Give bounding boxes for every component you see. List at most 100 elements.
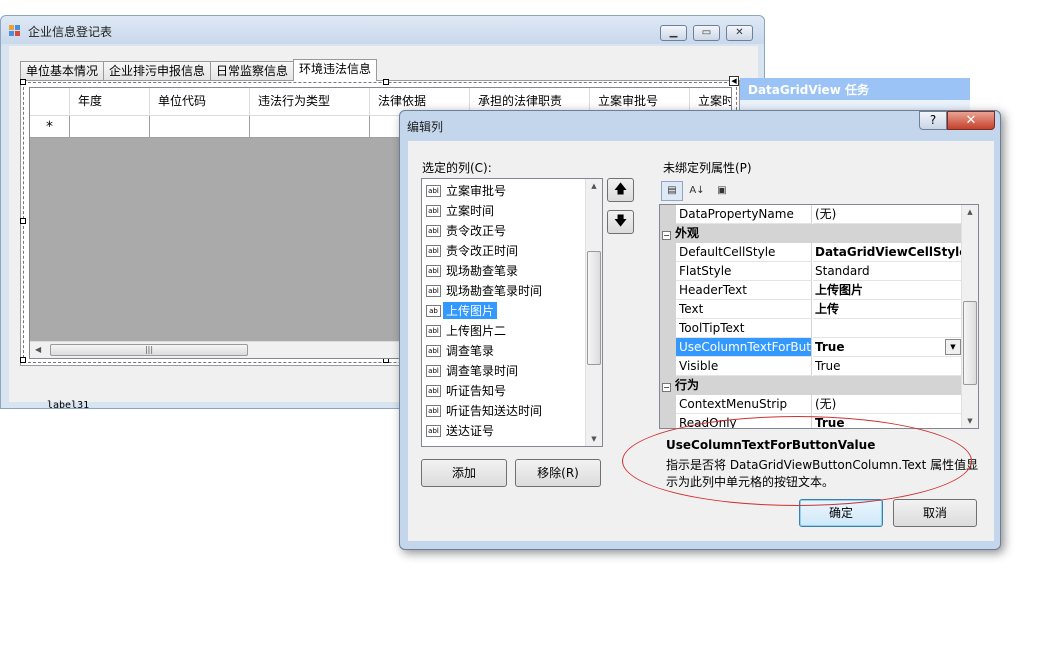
list-item[interactable]: abl 调查笔录 <box>426 341 494 360</box>
property-description-title: UseColumnTextForButtonValue <box>666 438 876 452</box>
move-up-button[interactable]: 🡅 <box>607 178 634 202</box>
app-icon <box>9 25 21 36</box>
text-column-icon: abl <box>426 284 441 297</box>
property-grid-scrollbar[interactable]: ▲ ▼ <box>961 205 978 428</box>
text-column-icon: abl <box>426 344 441 357</box>
property-category[interactable]: − 外观 <box>660 224 962 243</box>
tab-daily-inspection[interactable]: 日常监察信息 <box>210 61 295 81</box>
property-row[interactable]: ContextMenuStrip (无) <box>660 395 962 414</box>
list-vertical-scrollbar[interactable]: ▲ ▼ <box>585 179 602 446</box>
tab-strip: 单位基本情况 企业排污申报信息 日常监察信息 环境违法信息 <box>20 59 378 81</box>
label31: label31 <box>47 400 90 411</box>
property-row[interactable]: FlatStyle Standard <box>660 262 962 281</box>
grid-cell[interactable] <box>70 116 150 138</box>
list-item[interactable]: abl 现场勘查笔录 <box>426 261 518 280</box>
property-row[interactable]: Visible True <box>660 357 962 376</box>
dialog-close-button[interactable]: ✕ <box>947 111 995 130</box>
maximize-button[interactable]: ▭ <box>693 25 720 41</box>
text-column-icon: abl <box>426 424 441 437</box>
property-row-selected[interactable]: UseColumnTextForButt True ▼ <box>660 338 962 357</box>
text-column-icon: abl <box>426 364 441 377</box>
property-description-text: 指示是否将 DataGridViewButtonColumn.Text 属性值显… <box>666 458 979 489</box>
resize-handle[interactable] <box>20 79 26 85</box>
resize-handle[interactable] <box>20 218 26 224</box>
use-column-text-value[interactable]: True <box>813 338 962 357</box>
property-row[interactable]: DataPropertyName (无) <box>660 205 962 224</box>
text-column-icon: abl <box>426 244 441 257</box>
grid-cell[interactable] <box>250 116 370 138</box>
selected-columns-list[interactable]: abl 立案审批号 abl 立案时间 abl 责令改正号 abl 责令改正时间 abl 现… <box>421 178 603 447</box>
close-button[interactable]: ✕ <box>726 25 753 41</box>
list-item[interactable]: abl 听证告知送达时间 <box>426 401 542 420</box>
categorized-icon[interactable]: ▤ <box>661 181 683 201</box>
list-item[interactable]: abl 立案审批号 <box>426 181 506 200</box>
column-header[interactable]: 年度 <box>70 88 150 116</box>
list-item[interactable]: abl 听证告知号 <box>426 381 506 400</box>
property-grid[interactable]: DataPropertyName (无) − 外观 DefaultCellStyl… <box>659 204 979 429</box>
add-column-button[interactable]: 添加 <box>421 459 507 487</box>
cancel-button[interactable]: 取消 <box>893 499 977 527</box>
ok-button[interactable]: 确定 <box>799 499 883 527</box>
column-header[interactable]: 单位代码 <box>150 88 250 116</box>
dropdown-arrow-icon[interactable]: ▼ <box>945 339 961 355</box>
text-column-icon: abl <box>426 264 441 277</box>
tab-basic-info[interactable]: 单位基本情况 <box>20 61 105 81</box>
property-category[interactable]: − 行为 <box>660 376 962 395</box>
scroll-left-icon[interactable]: ◀ <box>35 345 41 354</box>
property-row[interactable]: ToolTipText <box>660 319 962 338</box>
tab-environment-violation[interactable]: 环境违法信息 <box>293 59 378 81</box>
scroll-up-icon[interactable]: ▲ <box>962 208 978 216</box>
alphabetical-icon[interactable]: A↓ <box>686 181 708 201</box>
button-column-icon: ab <box>426 304 441 317</box>
list-item[interactable]: abl 上传图片二 <box>426 321 506 340</box>
new-row-marker: * <box>30 116 70 138</box>
collapse-icon[interactable]: − <box>662 231 671 240</box>
text-column-icon: abl <box>426 204 441 217</box>
text-column-icon: abl <box>426 384 441 397</box>
column-header[interactable]: 违法行为类型 <box>250 88 370 116</box>
main-titlebar[interactable]: 企业信息登记表 ▁ ▭ ✕ <box>1 16 764 44</box>
property-grid-toolbar: ▤ A↓ ▣ <box>661 180 736 202</box>
main-window-title: 企业信息登记表 <box>28 25 113 39</box>
smart-tag-glyph-icon[interactable]: ◀ <box>729 76 739 86</box>
property-row[interactable]: HeaderText 上传图片 <box>660 281 962 300</box>
scroll-down-icon[interactable]: ▼ <box>962 417 978 425</box>
unbound-column-properties-label: 未绑定列属性(P) <box>663 161 752 175</box>
text-column-icon: abl <box>426 224 441 237</box>
text-column-icon: abl <box>426 184 441 197</box>
selected-columns-label: 选定的列(C): <box>422 161 492 175</box>
list-item[interactable]: abl 现场勘查笔录时间 <box>426 281 542 300</box>
list-item-selected[interactable]: ab 上传图片 <box>426 301 498 320</box>
property-row[interactable]: Text 上传 <box>660 300 962 319</box>
property-pages-icon[interactable]: ▣ <box>711 181 733 201</box>
list-item[interactable]: abl 调查笔录时间 <box>426 361 518 380</box>
minimize-button[interactable]: ▁ <box>660 25 687 41</box>
text-column-icon: abl <box>426 404 441 417</box>
row-header-corner <box>30 88 70 116</box>
scroll-thumb[interactable] <box>587 251 601 365</box>
list-item[interactable]: abl 责令改正号 <box>426 221 506 240</box>
help-button[interactable]: ? <box>919 111 947 130</box>
move-down-button[interactable]: 🡇 <box>607 210 634 234</box>
dialog-title: 编辑列 <box>407 120 444 134</box>
edit-columns-dialog: 编辑列 ? ✕ 选定的列(C): abl 立案审批号 abl 立案时间 abl 责令改… <box>399 110 1001 550</box>
task-panel-title: DataGridView 任务 <box>748 83 869 97</box>
scroll-up-icon[interactable]: ▲ <box>586 182 602 190</box>
property-row[interactable]: ReadOnly True <box>660 414 962 428</box>
scroll-thumb[interactable] <box>963 301 977 385</box>
collapse-icon[interactable]: − <box>662 383 671 392</box>
dialog-client-area: 选定的列(C): abl 立案审批号 abl 立案时间 abl 责令改正号 abl 责令… <box>408 141 994 541</box>
scroll-down-icon[interactable]: ▼ <box>586 435 602 443</box>
property-row[interactable]: DefaultCellStyle DataGridViewCellStyle { <box>660 243 962 262</box>
list-item[interactable]: abl 立案时间 <box>426 201 494 220</box>
grid-cell[interactable] <box>150 116 250 138</box>
remove-column-button[interactable]: 移除(R) <box>515 459 601 487</box>
list-item[interactable]: abl 责令改正时间 <box>426 241 518 260</box>
resize-handle[interactable] <box>20 357 26 363</box>
resize-handle[interactable] <box>383 79 389 85</box>
text-column-icon: abl <box>426 324 441 337</box>
list-item[interactable]: abl 送达证号 <box>426 421 494 440</box>
tab-pollution-report[interactable]: 企业排污申报信息 <box>103 61 212 81</box>
scroll-thumb[interactable]: ||| <box>50 344 248 356</box>
datagrid-task-panel-header: DataGridView 任务 <box>740 78 970 100</box>
